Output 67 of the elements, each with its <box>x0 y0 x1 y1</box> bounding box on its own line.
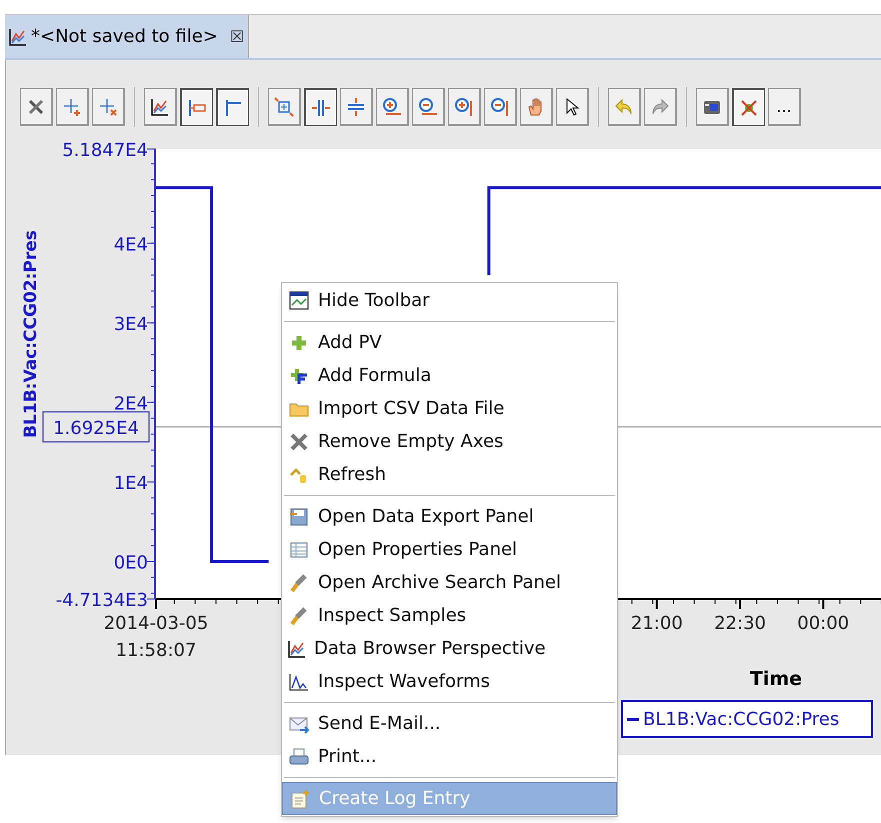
x-tick-label: 00:00 <box>797 613 850 634</box>
crosshair-remove-icon <box>98 96 118 116</box>
chart-icon <box>288 640 306 658</box>
toolbar-button[interactable] <box>144 88 177 126</box>
menu-item[interactable]: Remove Empty Axes <box>282 425 617 458</box>
y-tick-label: 1E4 <box>114 472 148 494</box>
legend-icon <box>187 98 207 118</box>
zoom-out-icon <box>490 96 510 116</box>
toolbar-button[interactable]: ... <box>768 88 801 126</box>
grid-icon <box>223 98 243 118</box>
menu-item[interactable]: Open Archive Search Panel <box>282 566 617 599</box>
x-tick-label: 22:30 <box>714 613 766 634</box>
ref-line-label: 1.6925E4 <box>53 418 139 439</box>
y-tick-label: 0E0 <box>114 552 148 574</box>
zoom-out-icon <box>418 96 438 116</box>
waveform-icon <box>288 672 310 692</box>
tab-title: *<Not saved to file> <box>31 25 218 49</box>
chart-icon <box>151 98 169 116</box>
log-entry-icon <box>289 788 311 808</box>
redo-icon <box>650 96 670 116</box>
printer-icon <box>288 746 310 766</box>
toolbar-button[interactable] <box>20 88 53 126</box>
horizontal-zoom-icon <box>311 98 331 118</box>
menu-item[interactable]: Hide Toolbar <box>282 284 617 317</box>
vertical-zoom-icon <box>346 96 366 116</box>
x-tick-label: 21:00 <box>630 613 683 634</box>
menu-item[interactable]: Print... <box>282 740 617 773</box>
menu-item[interactable]: Add Formula <box>282 359 617 392</box>
table-icon <box>288 540 310 560</box>
cursor-value-label: 1.6925E4 <box>42 411 150 442</box>
toolbar-button[interactable] <box>696 88 729 126</box>
menu-item[interactable]: Import CSV Data File <box>282 392 617 425</box>
zoom-box-icon <box>274 96 294 116</box>
y-tick-label: -4.7134E3 <box>56 590 148 611</box>
toolbar-button[interactable] <box>556 88 589 126</box>
disabled-plot-icon <box>739 98 759 118</box>
legend-label: BL1B:Vac:CCG02:Pres <box>643 708 840 732</box>
y-axis-title: BL1B:Vac:CCG02:Pres <box>21 230 41 438</box>
chart-icon <box>9 28 27 46</box>
y-tick-label: 3E4 <box>114 314 148 335</box>
menu-item[interactable]: Open Properties Panel <box>282 533 617 566</box>
undo-icon <box>614 96 634 116</box>
close-icon[interactable]: ☒ <box>230 24 244 48</box>
probe-icon <box>288 606 310 626</box>
save-icon <box>288 506 310 526</box>
zoom-in-icon <box>382 96 402 116</box>
toolbar-button[interactable] <box>732 88 765 126</box>
remove-axes-icon <box>288 432 310 452</box>
toolbar-button[interactable] <box>216 88 249 126</box>
menu-item[interactable]: Inspect Waveforms <box>282 665 617 698</box>
y-tick-label: 4E4 <box>114 234 148 256</box>
crosshair-plus-icon <box>62 96 82 116</box>
zoom-in-icon <box>454 96 474 116</box>
menu-item[interactable]: Refresh <box>282 458 617 491</box>
menu-item[interactable]: Add PV <box>282 326 617 359</box>
menu-item[interactable]: Data Browser Perspective <box>282 632 617 665</box>
x-axis-title: Time <box>750 668 802 690</box>
menu-item[interactable]: Inspect Samples <box>282 599 617 632</box>
editor-tab[interactable]: *<Not saved to file> ☒ <box>5 15 250 58</box>
x-tick-label: 2014-03-05 11:58:07 <box>104 613 208 661</box>
menu-item[interactable]: Open Data Export Panel <box>282 500 617 533</box>
y-tick-label: 5.1847E4 <box>62 140 148 161</box>
chart-toolbar-icon <box>288 290 310 310</box>
toolbar-button[interactable] <box>180 88 213 126</box>
menu-item[interactable]: Send E-Mail... <box>282 707 617 740</box>
probe-icon <box>288 572 310 592</box>
toolbar-button[interactable] <box>304 88 337 126</box>
